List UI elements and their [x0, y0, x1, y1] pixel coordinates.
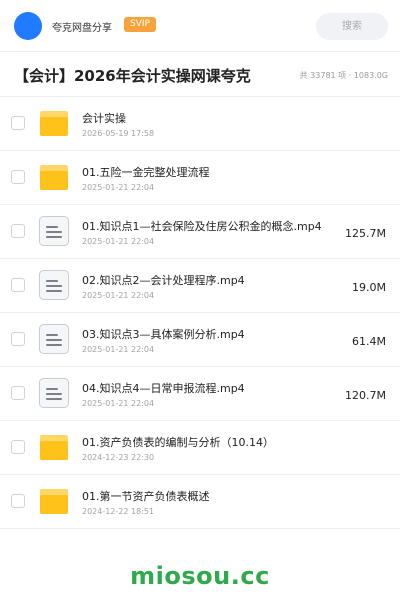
file-date: 2025-01-21 22:04 [82, 291, 155, 300]
file-date: 2024-12-22 18:51 [82, 507, 155, 516]
row-checkbox[interactable] [11, 278, 25, 292]
folder-icon [38, 431, 70, 463]
document-icon [38, 377, 70, 409]
file-name[interactable]: 03.知识点3—具体案例分析.mp4 [82, 326, 245, 342]
file-size: 120.7M [345, 389, 386, 402]
row-checkbox[interactable] [11, 332, 25, 346]
folder-icon [38, 485, 70, 517]
file-size: 125.7M [345, 227, 386, 240]
file-row[interactable]: 03.知识点3—具体案例分析.mp4 2025-01-21 22:04 61.4M [0, 313, 400, 367]
file-date: 2024-12-23 22:30 [82, 453, 155, 462]
file-name[interactable]: 会计实操 [82, 110, 126, 126]
file-name[interactable]: 01.五险一金完整处理流程 [82, 164, 210, 180]
document-icon [38, 323, 70, 355]
file-row[interactable]: 01.知识点1—社会保险及住房公积金的概念.mp4 2025-01-21 22:0… [0, 205, 400, 259]
search-input[interactable]: 搜索 [316, 13, 388, 40]
file-row[interactable]: 01.第一节资产负债表概述 2024-12-22 18:51 [0, 475, 400, 529]
avatar[interactable] [14, 12, 42, 40]
row-checkbox[interactable] [11, 116, 25, 130]
folder-icon [38, 107, 70, 139]
file-size: 61.4M [352, 335, 386, 348]
top-bar: 夸克网盘分享 SVIP 搜索 [0, 0, 400, 52]
file-row[interactable]: 02.知识点2—会计处理程序.mp4 2025-01-21 22:04 19.0M [0, 259, 400, 313]
watermark: miosou.cc [130, 562, 270, 590]
file-row[interactable]: 会计实操 2026-05-19 17:58 [0, 97, 400, 151]
title-bar: 【会计】2026年会计实操网课夸克 共 33781 项 · 1083.0G [0, 52, 400, 97]
document-icon [38, 269, 70, 301]
file-size: 19.0M [352, 281, 386, 294]
file-date: 2025-01-21 22:04 [82, 237, 155, 246]
page-title: 【会计】2026年会计实操网课夸克 [14, 67, 251, 85]
file-name[interactable]: 04.知识点4—日常申报流程.mp4 [82, 380, 245, 396]
file-name[interactable]: 01.知识点1—社会保险及住房公积金的概念.mp4 [82, 218, 322, 234]
document-icon [38, 215, 70, 247]
folder-icon [38, 161, 70, 193]
file-date: 2026-05-19 17:58 [82, 129, 155, 138]
file-row[interactable]: 04.知识点4—日常申报流程.mp4 2025-01-21 22:04 120.7M [0, 367, 400, 421]
row-checkbox[interactable] [11, 224, 25, 238]
file-name[interactable]: 02.知识点2—会计处理程序.mp4 [82, 272, 245, 288]
file-list: 会计实操 2026-05-19 17:58 01.五险一金完整处理流程 2025-01… [0, 97, 400, 529]
username[interactable]: 夸克网盘分享 [52, 19, 112, 34]
file-name[interactable]: 01.资产负债表的编制与分析（10.14） [82, 434, 274, 450]
row-checkbox[interactable] [11, 440, 25, 454]
file-row[interactable]: 01.五险一金完整处理流程 2025-01-21 22:04 [0, 151, 400, 205]
file-date: 2025-01-21 22:04 [82, 399, 155, 408]
svip-badge: SVIP [124, 17, 156, 32]
file-date: 2025-01-21 22:04 [82, 183, 155, 192]
file-row[interactable]: 01.资产负债表的编制与分析（10.14） 2024-12-23 22:30 [0, 421, 400, 475]
file-name[interactable]: 01.第一节资产负债表概述 [82, 488, 210, 504]
file-date: 2025-01-21 22:04 [82, 345, 155, 354]
row-checkbox[interactable] [11, 494, 25, 508]
row-checkbox[interactable] [11, 386, 25, 400]
item-count: 共 33781 项 · 1083.0G [299, 71, 388, 80]
row-checkbox[interactable] [11, 170, 25, 184]
